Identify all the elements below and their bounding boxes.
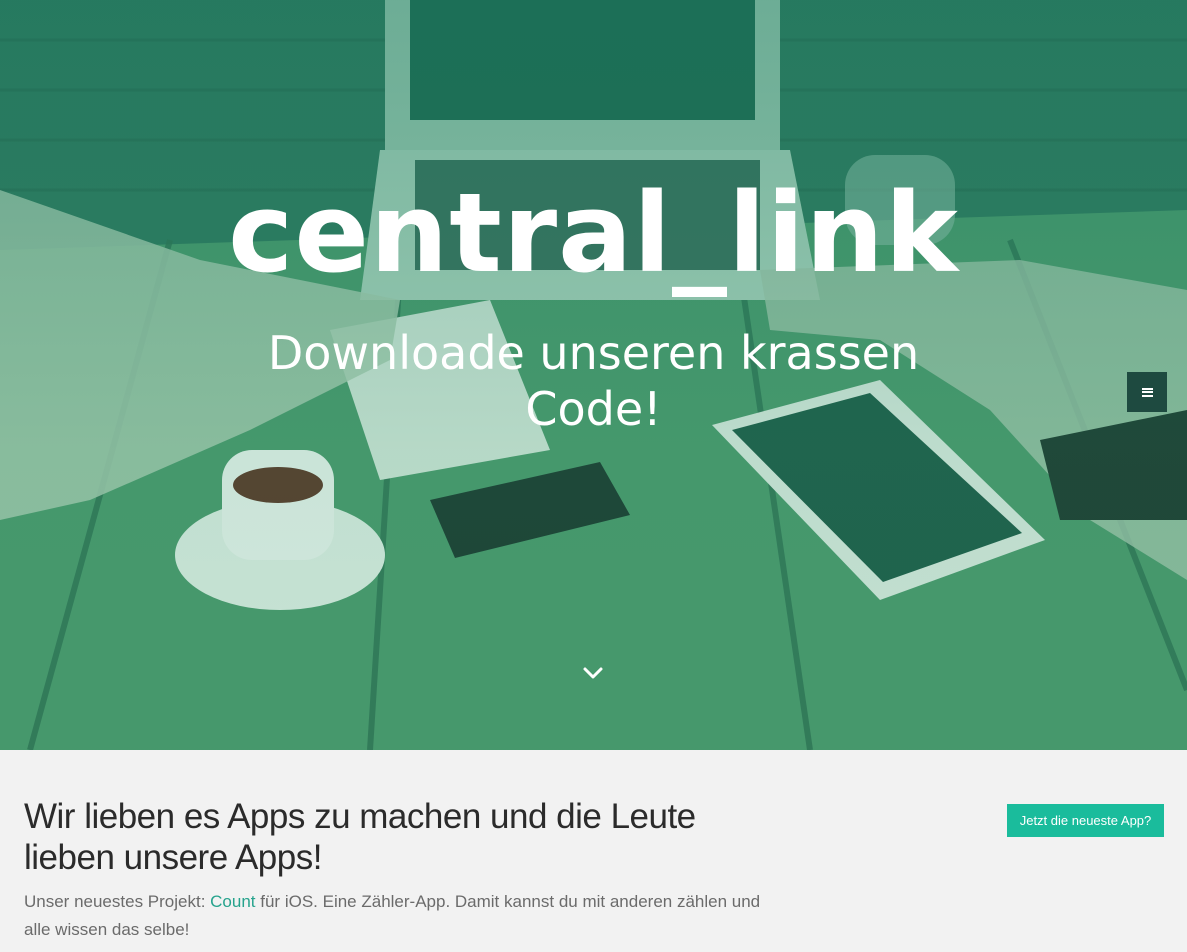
site-title: central_link — [228, 169, 959, 297]
hamburger-icon — [1141, 387, 1153, 397]
intro-section: Wir lieben es Apps zu machen und die Leu… — [0, 750, 1187, 952]
intro-text-before: Unser neuestes Projekt: — [24, 892, 211, 911]
intro-heading: Wir lieben es Apps zu machen und die Leu… — [24, 797, 696, 877]
menu-toggle-button[interactable] — [1127, 372, 1167, 412]
hero-section: central_link Downloade unseren krassen C… — [0, 0, 1187, 750]
intro-text: Unser neuestes Projekt: Count für iOS. E… — [24, 888, 764, 944]
count-app-link[interactable]: Count — [210, 892, 255, 911]
newest-app-button[interactable]: Jetzt die neueste App? — [1007, 804, 1164, 837]
chevron-down-icon[interactable] — [580, 660, 606, 686]
hero-subtitle: Downloade unseren krassen Code! — [267, 326, 920, 436]
